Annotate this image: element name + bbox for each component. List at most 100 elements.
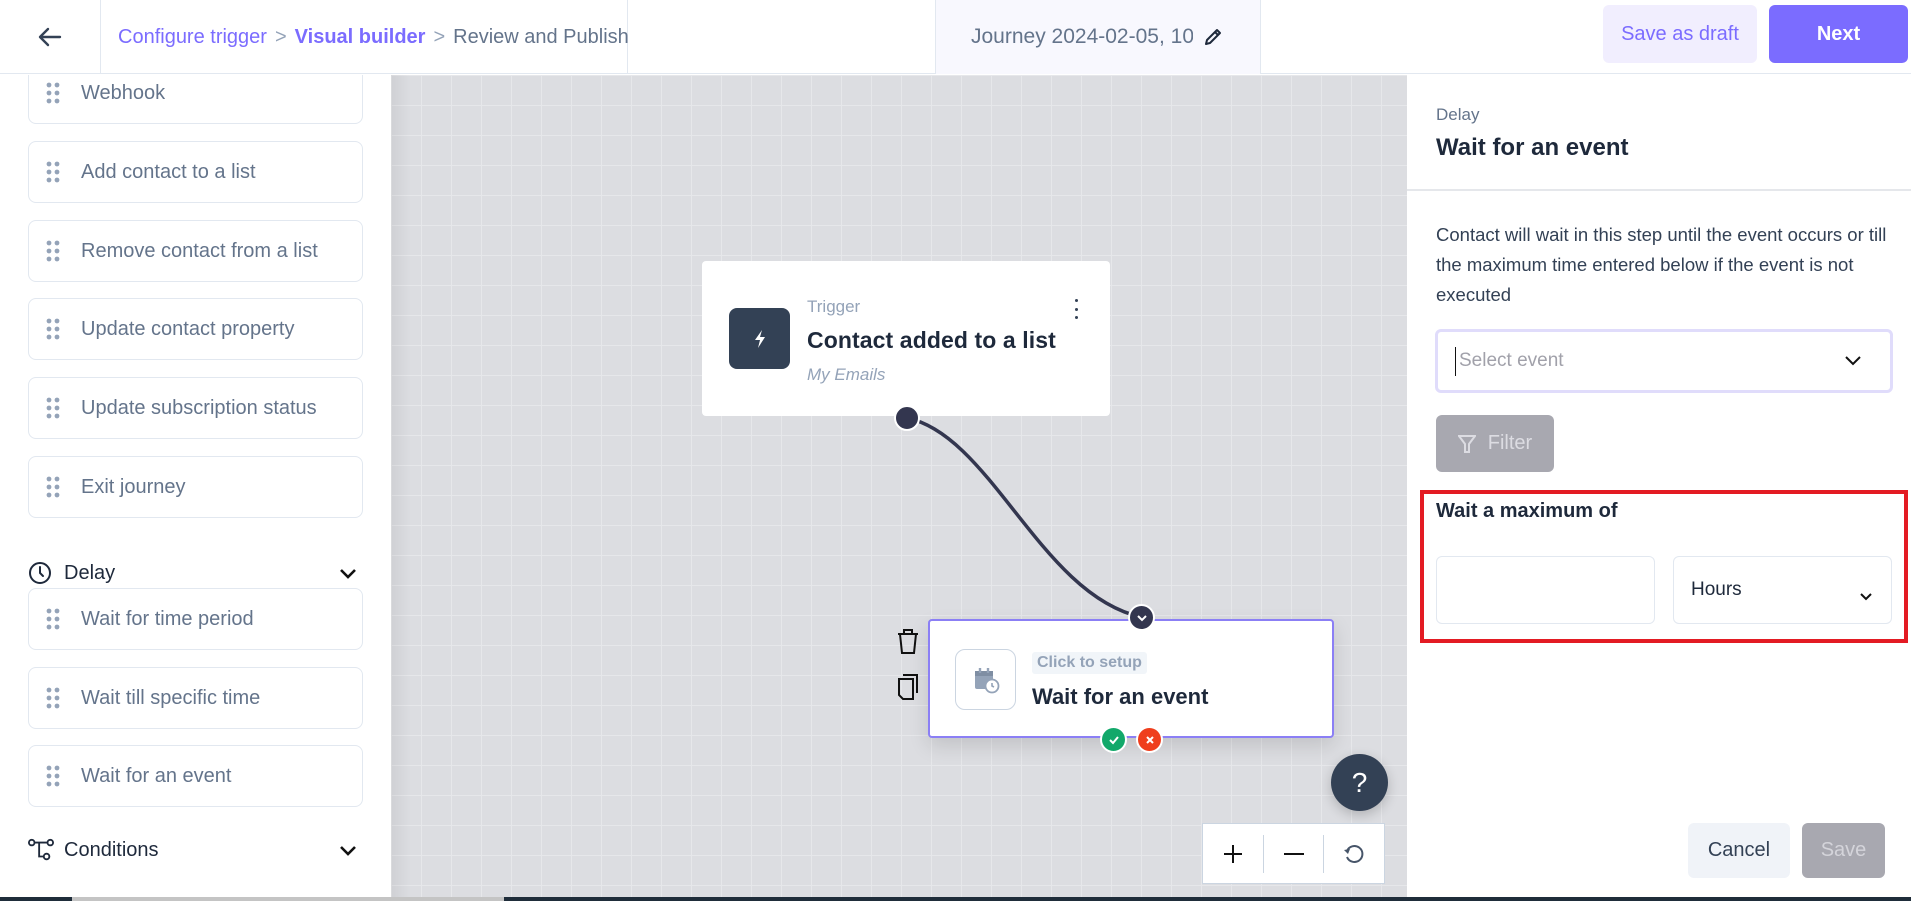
sidebar-item-remove-contact-from-list[interactable]: Remove contact from a list	[28, 220, 363, 282]
back-button[interactable]	[0, 0, 101, 74]
trigger-label: Trigger	[807, 297, 861, 316]
trigger-node[interactable]: Trigger Contact added to a list My Email…	[702, 261, 1110, 416]
panel-title: Wait for an event	[1436, 134, 1629, 161]
help-button[interactable]: ?	[1331, 754, 1388, 811]
breadcrumb: Configure trigger > Visual builder > Rev…	[101, 0, 629, 74]
close-icon	[1145, 735, 1154, 744]
node-input-handle[interactable]	[1128, 604, 1155, 631]
select-event-placeholder: Select event	[1459, 350, 1564, 371]
breadcrumb-review-publish[interactable]: Review and Publish	[453, 26, 629, 49]
sidebar-item-label: Wait till specific time	[81, 686, 261, 709]
setup-badge: Click to setup	[1032, 652, 1147, 674]
chevron-down-icon	[1859, 585, 1873, 607]
minus-icon	[1283, 852, 1304, 855]
breadcrumb-configure-trigger[interactable]: Configure trigger	[118, 26, 267, 49]
top-header: Configure trigger > Visual builder > Rev…	[0, 0, 1911, 74]
lightning-icon	[729, 308, 790, 369]
sidebar-item-wait-for-time-period[interactable]: Wait for time period	[28, 588, 363, 650]
components-sidebar: Webhook Add contact to a list Remove con…	[0, 75, 391, 898]
branch-icon	[28, 838, 54, 862]
drag-handle-icon	[46, 161, 60, 183]
chevron-down-icon	[1844, 354, 1862, 372]
sidebar-item-label: Add contact to a list	[81, 160, 256, 183]
sidebar-item-label: Webhook	[81, 81, 166, 104]
yes-branch-handle[interactable]	[1100, 726, 1127, 753]
sidebar-item-update-subscription-status[interactable]: Update subscription status	[28, 377, 363, 439]
refresh-icon	[1344, 844, 1364, 863]
drag-handle-icon	[46, 240, 60, 262]
drag-handle-icon	[46, 318, 60, 340]
pencil-icon[interactable]	[1203, 27, 1223, 47]
sidebar-item-update-contact-property[interactable]: Update contact property	[28, 298, 363, 360]
drag-handle-icon	[46, 397, 60, 419]
drag-handle-icon	[46, 687, 60, 709]
section-conditions-toggle[interactable]: Conditions	[28, 830, 363, 870]
trigger-title: Contact added to a list	[807, 327, 1056, 353]
filter-label: Filter	[1487, 432, 1533, 454]
chevron-down-icon	[1136, 614, 1147, 621]
trigger-list-name: My Emails	[807, 365, 886, 384]
scrollbar-thumb[interactable]	[72, 897, 504, 901]
trash-icon[interactable]	[896, 628, 920, 656]
breadcrumb-separator: >	[274, 25, 287, 48]
breadcrumb-separator: >	[433, 25, 446, 48]
drag-handle-icon	[46, 82, 60, 104]
canvas-edge-shadow	[391, 75, 411, 898]
wait-maximum-section: Wait a maximum of Hours	[1420, 490, 1908, 643]
more-options-icon[interactable]	[1068, 297, 1084, 321]
save-button[interactable]: Save	[1802, 823, 1885, 878]
section-delay-toggle[interactable]: Delay	[28, 553, 363, 593]
sidebar-item-label: Wait for time period	[81, 607, 254, 630]
trigger-output-handle[interactable]	[894, 405, 920, 431]
wait-maximum-label: Wait a maximum of	[1436, 500, 1618, 522]
text-cursor	[1455, 346, 1456, 376]
journey-canvas[interactable]: Trigger Contact added to a list My Email…	[391, 75, 1407, 898]
filter-icon	[1457, 434, 1476, 453]
sidebar-item-label: Exit journey	[81, 475, 186, 498]
sidebar-item-wait-till-specific-time[interactable]: Wait till specific time	[28, 667, 363, 729]
clock-icon	[28, 561, 54, 585]
chevron-down-icon	[339, 840, 357, 863]
filter-button[interactable]: Filter	[1436, 415, 1554, 472]
select-event-dropdown[interactable]: Select event	[1435, 329, 1893, 393]
save-as-draft-button[interactable]: Save as draft	[1603, 5, 1757, 63]
bottom-scrollbar[interactable]	[0, 897, 1911, 901]
sidebar-item-label: Remove contact from a list	[81, 239, 318, 262]
journey-name[interactable]: Journey 2024-02-05, 10	[935, 0, 1261, 74]
sidebar-item-label: Update subscription status	[81, 396, 317, 419]
zoom-controls	[1202, 823, 1385, 884]
next-button[interactable]: Next	[1769, 5, 1908, 63]
max-duration-input[interactable]	[1436, 556, 1655, 624]
sidebar-item-label: Update contact property	[81, 317, 295, 340]
sidebar-item-wait-for-an-event[interactable]: Wait for an event	[28, 745, 363, 807]
plus-icon	[1223, 844, 1242, 863]
calendar-clock-icon	[955, 649, 1016, 710]
no-branch-handle[interactable]	[1136, 726, 1163, 753]
chevron-down-icon	[339, 563, 357, 586]
sidebar-item-exit-journey[interactable]: Exit journey	[28, 456, 363, 518]
sidebar-item-webhook[interactable]: Webhook	[28, 75, 363, 124]
connection-edge	[906, 416, 1142, 619]
node-title: Wait for an event	[1032, 684, 1209, 709]
time-unit-value: Hours	[1691, 579, 1742, 600]
panel-header: Delay Wait for an event	[1407, 75, 1911, 191]
panel-category: Delay	[1436, 105, 1480, 124]
drag-handle-icon	[46, 765, 60, 787]
copy-icon[interactable]	[896, 673, 920, 701]
zoom-out-button[interactable]	[1264, 824, 1324, 883]
drag-handle-icon	[46, 476, 60, 498]
time-unit-dropdown[interactable]: Hours	[1673, 556, 1892, 624]
zoom-in-button[interactable]	[1203, 824, 1263, 883]
sidebar-item-add-contact-to-list[interactable]: Add contact to a list	[28, 141, 363, 203]
reset-view-button[interactable]	[1324, 824, 1384, 883]
section-delay-label: Delay	[64, 561, 116, 584]
wait-for-event-node[interactable]: Click to setup Wait for an event	[928, 619, 1334, 738]
section-conditions-label: Conditions	[64, 838, 159, 861]
breadcrumb-visual-builder[interactable]: Visual builder	[295, 26, 426, 49]
sidebar-item-label: Wait for an event	[81, 764, 232, 787]
panel-description: Contact will wait in this step until the…	[1436, 224, 1887, 305]
arrow-left-icon	[38, 27, 62, 47]
check-icon	[1108, 735, 1119, 744]
cancel-button[interactable]: Cancel	[1688, 823, 1790, 878]
journey-name-text: Journey 2024-02-05, 10	[971, 25, 1193, 48]
